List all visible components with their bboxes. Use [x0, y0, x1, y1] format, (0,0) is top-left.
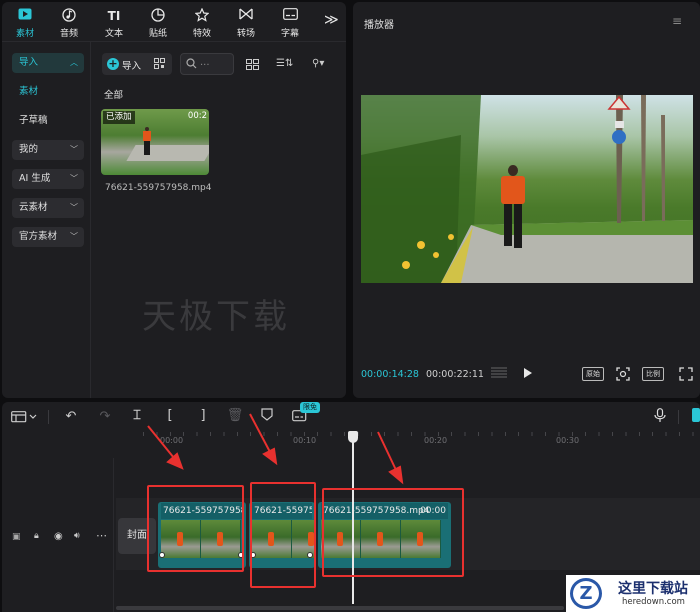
- timeline-scrollbar[interactable]: [116, 606, 564, 610]
- site-logo-icon: Z: [570, 578, 602, 609]
- site-watermark-title: 这里下载站: [618, 581, 688, 597]
- annotation-arrows: [147, 413, 404, 485]
- site-watermark-url: heredown.com: [622, 597, 685, 607]
- site-watermark: Z 这里下载站 heredown.com: [566, 575, 700, 612]
